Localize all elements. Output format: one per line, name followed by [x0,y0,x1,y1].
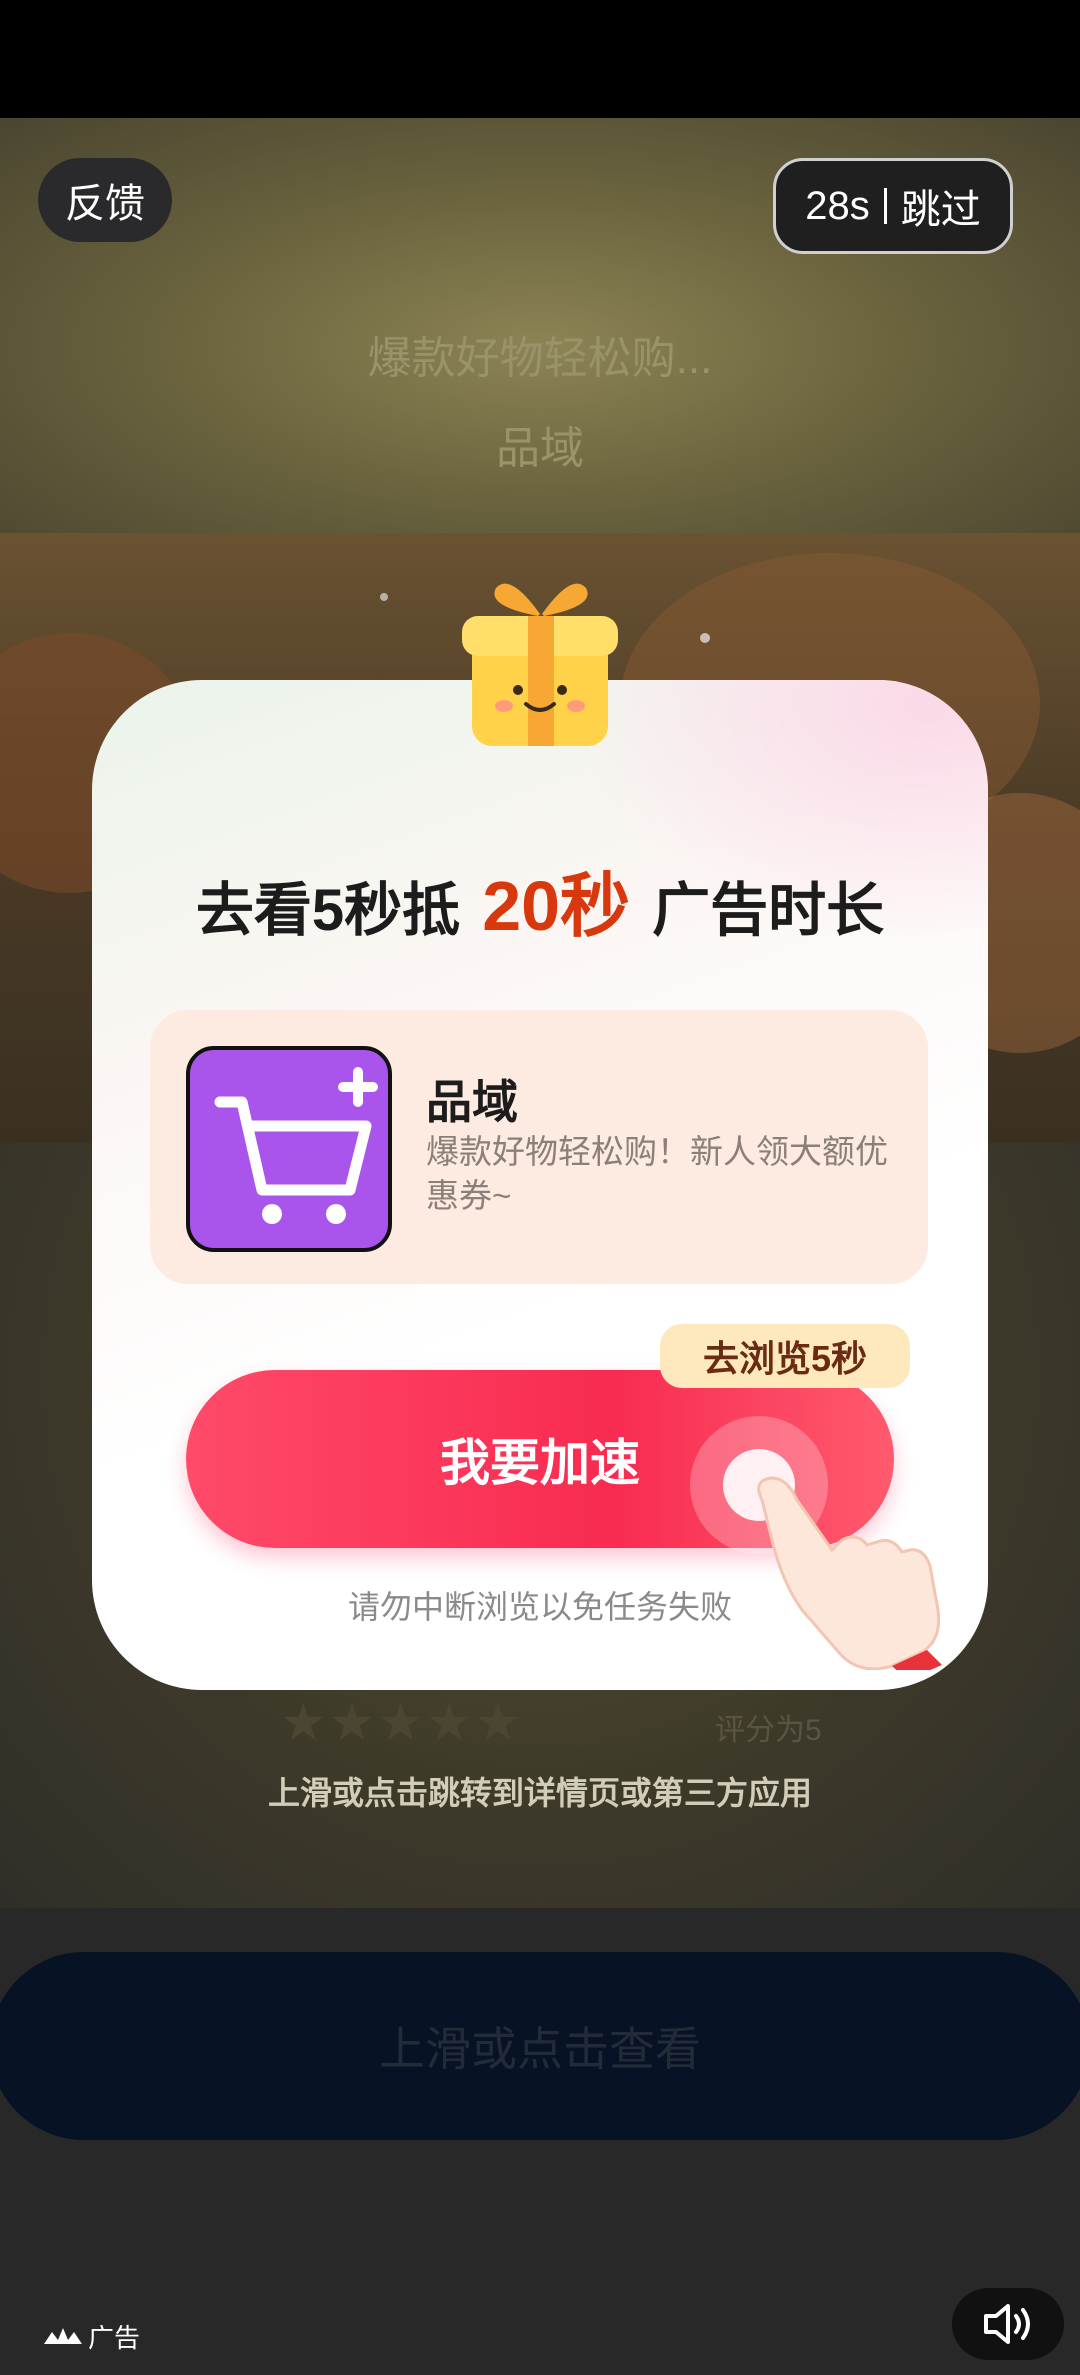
star-icon: ★ [328,1694,376,1752]
speed-up-dialog: 去看5秒抵 20秒 广告时长 品域 爆款好物轻松购！新人领大额优惠券~ 我要加速… [92,680,988,1690]
title-highlight: 20秒 [478,850,634,951]
countdown-text: 28s [805,183,870,228]
skip-button[interactable]: 28s 跳过 [773,158,1013,254]
dialog-title: 去看5秒抵 20秒 广告时长 [92,850,988,951]
volume-icon [984,2304,1030,2344]
gift-icon [462,583,618,746]
status-bar [0,0,1080,118]
skip-label: 跳过 [900,188,981,232]
feedback-button[interactable]: 反馈 [38,158,172,242]
cart-plus-icon [214,1067,378,1224]
ad-headline: 爆款好物轻松购... [367,334,713,383]
star-icon: ★ [377,1694,424,1752]
ad-logo-icon [44,2328,82,2344]
rating-row: ★ ★ ★ ★ ★ 评分为5 [280,1694,840,1752]
rating-text: 评分为5 [715,1714,822,1747]
hand-pointer-icon [757,1476,942,1670]
warning-text: 请勿中断浏览以免任务失败 [347,1589,732,1625]
app-card[interactable]: 品域 爆款好物轻松购！新人领大额优惠券~ [150,1010,928,1284]
app-icon [186,1046,392,1252]
ad-label: 广告 [44,2318,140,2354]
star-icon: ★ [474,1694,522,1752]
ad-brand: 品域 [496,424,584,473]
cta-button[interactable]: 上滑或点击查看 [0,1952,1080,2140]
title-suffix: 广告时长 [652,878,885,943]
star-icon: ★ [425,1694,473,1752]
swipe-hint: 上滑或点击跳转到详情页或第三方应用 [267,1775,812,1811]
star-icon: ★ [280,1694,327,1752]
volume-button[interactable] [952,2288,1064,2360]
app-description: 爆款好物轻松购！新人领大额优惠券~ [426,1133,888,1214]
app-name: 品域 [426,1076,518,1128]
skip-divider [883,188,887,224]
title-prefix: 去看5秒抵 [195,878,461,943]
browse-badge: 去浏览5秒 [660,1324,910,1388]
ad-label-text: 广告 [88,2322,141,2353]
